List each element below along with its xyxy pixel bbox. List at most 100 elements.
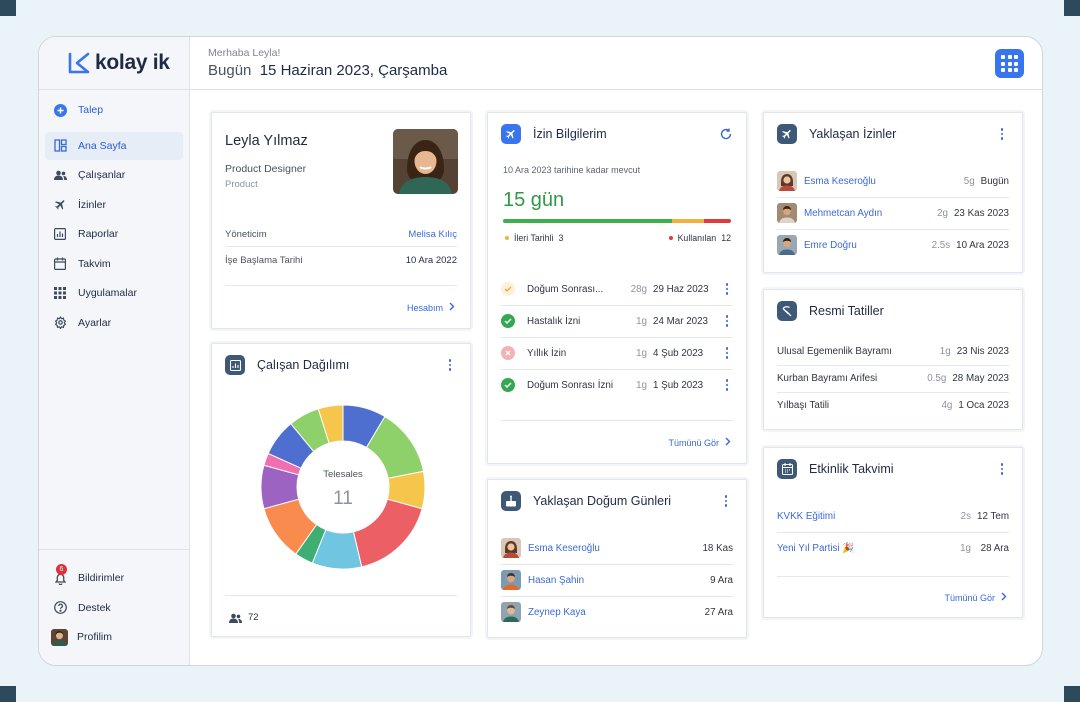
- see-all-label: Tümünü Gör: [668, 437, 719, 448]
- leave-date: 23 Kas 2023: [953, 207, 1009, 219]
- holiday-item: Yılbaşı Tatili 4g 1 Oca 2023: [764, 392, 1022, 418]
- profile-department: Product: [225, 179, 258, 190]
- event-item[interactable]: Yeni Yıl Partisi 🎉 1g 28 Ara: [764, 532, 1022, 564]
- leave-duration: 1g: [636, 315, 647, 327]
- upcoming-leave-item[interactable]: Esma Keseroğlu 5g Bugün: [764, 165, 1022, 197]
- leave-name: Doğum Sonrası...: [527, 283, 604, 295]
- birthday-item[interactable]: Esma Keseroğlu 18 Kas: [488, 532, 746, 564]
- more-menu-button[interactable]: [721, 282, 733, 296]
- sidebar-item-label: Çalışanlar: [78, 169, 126, 181]
- sidebar-item-destek[interactable]: Destek: [45, 594, 183, 622]
- donut-chart: [260, 404, 426, 570]
- sidebar-item-label: Destek: [78, 601, 111, 614]
- plus-circle-icon: [53, 103, 67, 117]
- sidebar-item-label: Ana Sayfa: [78, 139, 127, 152]
- leave-date: Bugün: [980, 175, 1009, 187]
- event-name-link[interactable]: Yeni Yıl Partisi 🎉: [777, 543, 960, 554]
- corner-mark: [0, 686, 16, 702]
- start-date-value: 10 Ara 2022: [405, 255, 457, 266]
- corner-mark: [0, 0, 16, 16]
- avatar: [51, 628, 68, 646]
- birthday-item[interactable]: Zeynep Kaya 27 Ara: [488, 596, 746, 628]
- see-all-label: Tümünü Gör: [944, 592, 995, 603]
- see-all-link[interactable]: Tümünü Gör: [944, 592, 1007, 603]
- sidebar-item-takvim[interactable]: Takvim: [45, 250, 183, 278]
- sidebar-item-bildirimler[interactable]: 6 Bildirimler: [45, 564, 183, 592]
- more-menu-button[interactable]: [721, 378, 733, 392]
- sidebar-item-raporlar[interactable]: Raporlar: [45, 220, 183, 248]
- top-header: Merhaba Leyla! Bugün 15 Haziran 2023, Ça…: [190, 37, 1042, 90]
- account-link[interactable]: Hesabım: [407, 302, 455, 313]
- date-value: 15 Haziran 2023, Çarşamba: [259, 62, 448, 79]
- upcoming-leave-item[interactable]: Mehmetcan Aydın 2g 23 Kas 2023: [764, 197, 1022, 229]
- leave-item[interactable]: Doğum Sonrası İzni 1g 1 Şub 2023: [488, 369, 746, 401]
- birthday-date: 9 Ara: [710, 574, 733, 586]
- upcoming-leaves-card: Yaklaşan İzinler Esma Keseroğlu 5g Bugün…: [763, 112, 1023, 273]
- apps-button[interactable]: [995, 49, 1024, 78]
- sidebar-item-talep[interactable]: Talep: [45, 96, 183, 124]
- holiday-item: Kurban Bayramı Arifesi 0.5g 28 May 2023: [764, 365, 1022, 391]
- person-name-link[interactable]: Esma Keseroğlu: [804, 176, 964, 187]
- person-name-link[interactable]: Mehmetcan Aydın: [804, 208, 937, 219]
- holiday-name: Ulusal Egemenlik Bayramı: [777, 345, 892, 357]
- airplane-icon: [777, 124, 797, 144]
- leave-name: Yıllık İzin: [527, 347, 567, 359]
- airplane-icon: [53, 198, 67, 212]
- sidebar: kolay ik Talep Ana Sayfa Çalışanlar İzin…: [39, 37, 190, 665]
- event-date: 28 Ara: [980, 542, 1009, 554]
- sidebar-item-ayarlar[interactable]: Ayarlar: [45, 309, 183, 337]
- more-menu-button[interactable]: [721, 314, 733, 328]
- divider: [501, 420, 733, 421]
- today-date: Bugün 15 Haziran 2023, Çarşamba: [208, 62, 447, 79]
- manager-link[interactable]: Melisa Kılıç: [408, 229, 457, 240]
- event-name-link[interactable]: KVKK Eğitimi: [777, 511, 961, 522]
- more-menu-button[interactable]: [996, 462, 1008, 476]
- person-name-link[interactable]: Hasan Şahin: [528, 575, 710, 586]
- leave-item[interactable]: Yıllık İzin 1g 4 Şub 2023: [488, 337, 746, 369]
- person-name-link[interactable]: Zeynep Kaya: [528, 607, 705, 618]
- future-label: İleri Tarihli: [514, 233, 554, 243]
- more-menu-button[interactable]: [721, 346, 733, 360]
- more-menu-button[interactable]: [720, 494, 732, 508]
- leave-item[interactable]: Doğum Sonrası... 28g 29 Haz 2023: [488, 273, 746, 305]
- birthday-item[interactable]: Hasan Şahin 9 Ara: [488, 564, 746, 596]
- leave-date: 10 Ara 2023: [956, 239, 1009, 251]
- more-menu-button[interactable]: [444, 358, 456, 372]
- chart-icon: [225, 355, 245, 375]
- card-title: Etkinlik Takvimi: [809, 462, 894, 476]
- leave-card: İzin Bilgilerim 10 Ara 2023 tarihine kad…: [487, 112, 747, 464]
- rejected-icon: [501, 346, 515, 360]
- person-name-link[interactable]: Esma Keseroğlu: [528, 543, 702, 554]
- logo[interactable]: kolay ik: [39, 37, 189, 90]
- sidebar-item-izinler[interactable]: İzinler: [45, 191, 183, 219]
- person-name-link[interactable]: Emre Doğru: [804, 240, 932, 251]
- sidebar-item-calisanlar[interactable]: Çalışanlar: [45, 161, 183, 189]
- sidebar-item-label: Bildirimler: [78, 572, 125, 584]
- refresh-icon[interactable]: [720, 127, 732, 145]
- used-label: Kullanılan: [677, 233, 717, 243]
- sidebar-item-profilim[interactable]: Profilim: [45, 623, 183, 651]
- card-title: Yaklaşan İzinler: [809, 127, 897, 141]
- avatar: [777, 171, 797, 191]
- see-all-link[interactable]: Tümünü Gör: [668, 437, 731, 448]
- sidebar-item-ana-sayfa[interactable]: Ana Sayfa: [45, 131, 183, 160]
- used-value: 12: [721, 233, 731, 243]
- brand-name: kolay ik: [95, 51, 170, 74]
- future-value: 3: [558, 233, 564, 243]
- leave-name: Hastalık İzni: [527, 315, 581, 327]
- divider: [225, 285, 457, 286]
- avatar: [777, 235, 797, 255]
- employee-total: 72: [248, 612, 259, 623]
- card-title: Yaklaşan Doğum Günleri: [533, 494, 672, 508]
- leave-item[interactable]: Hastalık İzni 1g 24 Mar 2023: [488, 305, 746, 337]
- event-item[interactable]: KVKK Eğitimi 2s 12 Tem: [764, 500, 1022, 532]
- notification-badge: 6: [56, 564, 67, 575]
- avatar: [501, 570, 521, 590]
- upcoming-leave-item[interactable]: Emre Doğru 2.5s 10 Ara 2023: [764, 229, 1022, 261]
- holiday-name: Kurban Bayramı Arifesi: [777, 372, 878, 384]
- birthday-date: 27 Ara: [704, 606, 733, 618]
- sidebar-item-uygulamalar[interactable]: Uygulamalar: [45, 279, 183, 307]
- corner-mark: [1064, 0, 1080, 16]
- holiday-duration: 0.5g: [927, 372, 947, 384]
- more-menu-button[interactable]: [996, 127, 1008, 141]
